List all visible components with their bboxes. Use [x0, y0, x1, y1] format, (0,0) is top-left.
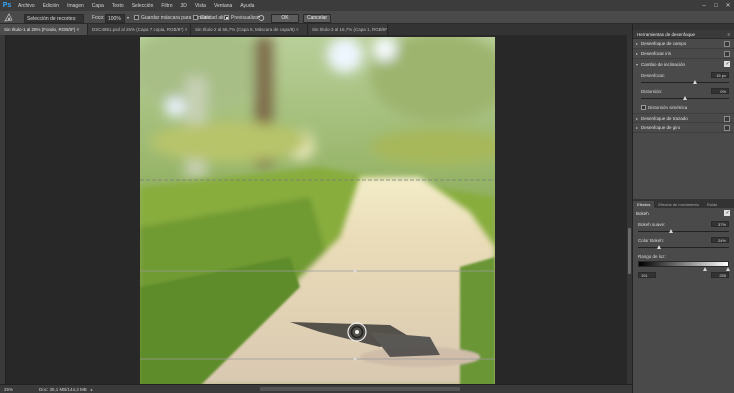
slider-thumb[interactable] — [725, 267, 730, 271]
menu-ventana[interactable]: Ventana — [210, 3, 236, 9]
focus-input[interactable]: 100% — [105, 14, 125, 23]
minimize-button[interactable]: – — [698, 0, 710, 11]
tab-motion-effects[interactable]: Efectos de movimiento — [654, 201, 702, 208]
options-bar: Selección de recortes: Foco: 100% ▾ Guar… — [0, 11, 734, 24]
vertical-scroll-thumb[interactable] — [628, 228, 631, 274]
symmetric-distortion-checkbox[interactable]: Distorsión simétrica — [641, 103, 729, 111]
tab-doc-3[interactable]: Sin título-2 al 66,7% (Capa 6, Máscara d… — [191, 24, 308, 35]
tool-spin-blur[interactable]: ▸ Desenfoque de giro — [633, 123, 734, 133]
light-range-label: Rango de luz: — [638, 253, 666, 259]
close-window-button[interactable]: ✕ — [722, 0, 734, 11]
slider-thumb[interactable] — [682, 96, 687, 100]
horizontal-scrollbar[interactable] — [260, 387, 460, 391]
tab-doc-4[interactable]: Sin título-3 al 16,7% (Capa 1, RGB/8*) × — [308, 24, 388, 35]
canvas-image[interactable] — [140, 37, 495, 386]
zoom-level[interactable]: 25% — [4, 387, 34, 392]
cancel-button[interactable]: Cancelar — [303, 13, 331, 23]
light-bokeh-input[interactable]: 37% — [711, 221, 729, 227]
maximize-button[interactable]: □ — [710, 0, 722, 11]
menu-bar: Ps Archivo Edición Imagen Capa Texto Selecció… — [0, 0, 734, 11]
tool-field-blur-checkbox[interactable] — [724, 41, 730, 47]
tab-doc-1[interactable]: Sin título-1 al 25% (Fondo, RGB/8*) × — [0, 24, 88, 35]
light-range-slider[interactable] — [638, 261, 730, 271]
photoshop-logo: Ps — [2, 2, 12, 9]
tool-path-blur[interactable]: ▸ Desenfoque de trazado — [633, 113, 734, 123]
reset-icon[interactable] — [257, 13, 265, 22]
distortion-label: Distorsión: — [641, 88, 663, 94]
selection-select[interactable]: Selección de recortes: — [24, 14, 84, 23]
blur-tool-icon[interactable] — [4, 13, 13, 22]
blur-amount-slider[interactable] — [641, 80, 729, 85]
tilt-shift-settings: Desenfocar: 15 px Distorsión: 0% Distors… — [633, 69, 734, 113]
menu-vista[interactable]: Vista — [191, 3, 210, 9]
slider-thumb[interactable] — [669, 229, 674, 233]
menu-imagen[interactable]: Imagen — [63, 3, 88, 9]
ok-button[interactable]: OK — [271, 13, 299, 23]
slider-thumb[interactable] — [693, 80, 698, 84]
photo-blurred-path — [140, 37, 495, 386]
effects-tabs: Efectos Efectos de movimiento Ruido — [633, 199, 734, 208]
document-tabs: Sin título-1 al 25% (Fondo, RGB/8*) × DS… — [0, 24, 632, 35]
focus-dropdown-icon[interactable]: ▾ — [127, 13, 129, 22]
slider-thumb[interactable] — [703, 267, 708, 271]
preview-checkbox[interactable]: Previsualizar — [224, 13, 260, 22]
light-range-high-input[interactable]: 255 — [711, 272, 729, 278]
tool-field-blur[interactable]: ▸ Desenfoque de campo — [633, 39, 734, 49]
bokeh-color-slider[interactable] — [638, 245, 729, 250]
tool-tilt-shift[interactable]: ▾ Cambio de inclinación — [633, 59, 734, 69]
tab-doc-2[interactable]: DSC4861.psd al 25% (Capa 7 copia, RGB/8*… — [88, 24, 191, 35]
light-bokeh-slider[interactable] — [638, 229, 729, 234]
bokeh-color-input[interactable]: 24% — [711, 237, 729, 243]
bokeh-checkbox[interactable] — [724, 210, 730, 216]
bokeh-color-label: Color Bokeh: — [638, 237, 665, 243]
doc-size: Doc: 35,1 MB/144,3 MB — [39, 386, 87, 392]
vertical-ruler — [0, 35, 6, 384]
bokeh-settings: Bokeh suave: 37% Color Bokeh: 24% Rango … — [633, 218, 734, 281]
tab-noise[interactable]: Ruido — [703, 201, 721, 208]
menu-ayuda[interactable]: Ayuda — [236, 3, 258, 9]
tool-iris-blur[interactable]: ▸ Desenfocar iris — [633, 49, 734, 59]
blur-amount-input[interactable]: 15 px — [711, 72, 729, 78]
slider-thumb[interactable] — [657, 245, 662, 249]
menu-archivo[interactable]: Archivo — [14, 3, 39, 9]
light-bokeh-label: Bokeh suave: — [638, 221, 666, 227]
bokeh-header: Bokeh — [633, 208, 734, 218]
distortion-slider[interactable] — [641, 96, 729, 101]
tool-tilt-shift-checkbox[interactable] — [724, 61, 730, 67]
panel-title: Herramientas de desenfoque ≡ — [633, 30, 734, 39]
tool-iris-blur-checkbox[interactable] — [724, 51, 730, 57]
menu-texto[interactable]: Texto — [108, 3, 128, 9]
panel-menu-icon[interactable]: ≡ — [728, 32, 730, 37]
menu-selecci-n[interactable]: Selección — [128, 3, 158, 9]
blur-tools-panel: Herramientas de desenfoque ≡ ▸ Desenfoqu… — [632, 24, 734, 393]
distortion-input[interactable]: 0% — [711, 88, 729, 94]
tool-path-blur-checkbox[interactable] — [724, 116, 730, 122]
tool-spin-blur-checkbox[interactable] — [724, 125, 730, 131]
focus-label: Foco: — [92, 14, 105, 21]
menu-3d[interactable]: 3D — [177, 3, 191, 9]
high-quality-checkbox[interactable]: Calidad alta — [193, 13, 226, 22]
blur-amount-label: Desenfocar: — [641, 72, 666, 78]
tab-effects[interactable]: Efectos — [633, 201, 655, 208]
menu-edici-n[interactable]: Edición — [39, 3, 63, 9]
status-arrow-icon[interactable]: ▸ — [91, 387, 93, 392]
menu-items: Archivo Edición Imagen Capa Texto Selección Fi… — [14, 3, 258, 9]
light-range-low-input[interactable]: 191 — [638, 272, 656, 278]
menu-filtro[interactable]: Filtro — [157, 3, 176, 9]
menu-capa[interactable]: Capa — [88, 3, 108, 9]
